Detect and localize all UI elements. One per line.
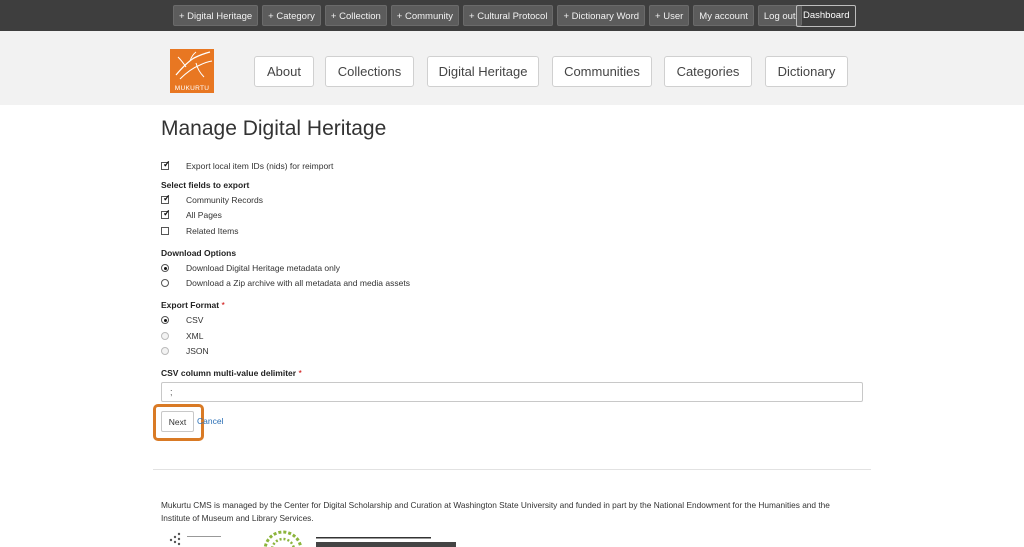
format-section-label: Export Format *: [161, 300, 225, 310]
checkmark-icon: ✓: [163, 208, 171, 218]
json-radio[interactable]: [161, 347, 169, 355]
logo-text: MUKURTU: [174, 85, 210, 92]
radio-dot-icon: [163, 266, 167, 270]
admin-toolbar: + Digital Heritage + Category + Collecti…: [0, 0, 1024, 31]
sponsor-logos: [161, 528, 481, 547]
download-section-label: Download Options: [161, 248, 237, 258]
footer-text: Mukurtu CMS is managed by the Center for…: [161, 500, 830, 523]
nav-digital-heritage[interactable]: Digital Heritage: [427, 56, 539, 87]
imls-logo-icon: [169, 532, 221, 546]
add-cultural-protocol-button[interactable]: + Cultural Protocol: [463, 5, 554, 26]
dashboard-button[interactable]: Dashboard: [796, 5, 857, 27]
add-user-button[interactable]: + User: [649, 5, 690, 26]
xml-label: XML: [186, 331, 204, 341]
nav-categories[interactable]: Categories: [664, 56, 752, 87]
add-dictionary-word-button[interactable]: + Dictionary Word: [557, 5, 646, 26]
next-button[interactable]: Next: [161, 411, 194, 432]
radio-dot-icon: [163, 318, 167, 322]
delimiter-label-text: CSV column multi-value delimiter: [161, 368, 297, 378]
export-ids-label: Export local item IDs (nids) for reimpor…: [186, 161, 334, 171]
add-category-button[interactable]: + Category: [262, 5, 321, 26]
nav-collections[interactable]: Collections: [325, 56, 414, 87]
metadata-only-label: Download Digital Heritage metadata only: [186, 263, 341, 273]
logo-branch-icon: [175, 51, 213, 80]
required-mark: *: [221, 300, 225, 310]
site-header: MUKURTU About Collections Digital Herita…: [0, 31, 1024, 105]
all-pages-label: All Pages: [186, 210, 222, 220]
cancel-link[interactable]: Cancel: [197, 416, 223, 426]
xml-radio[interactable]: [161, 332, 169, 340]
nav-dictionary[interactable]: Dictionary: [765, 56, 848, 87]
mukurtu-logo[interactable]: MUKURTU: [170, 49, 214, 93]
checkmark-icon: ✓: [163, 193, 171, 203]
delimiter-input[interactable]: [161, 382, 863, 402]
neh-logo-icon: [263, 530, 303, 547]
page-title: Manage Digital Heritage: [161, 117, 387, 140]
community-records-checkbox[interactable]: ✓: [161, 193, 171, 204]
zip-archive-label: Download a Zip archive with all metadata…: [186, 278, 410, 288]
my-account-button[interactable]: My account: [693, 5, 754, 26]
format-section-text: Export Format: [161, 300, 220, 310]
footer-divider: [153, 469, 871, 470]
add-community-button[interactable]: + Community: [390, 5, 460, 26]
related-items-checkbox[interactable]: [161, 227, 169, 235]
add-digital-heritage-button[interactable]: + Digital Heritage: [173, 5, 259, 26]
checkmark-icon: ✓: [163, 159, 171, 169]
all-pages-checkbox[interactable]: ✓: [161, 208, 171, 219]
neh-wordmark-icon: [316, 537, 456, 547]
fields-section-label: Select fields to export: [161, 180, 250, 190]
delimiter-label: CSV column multi-value delimiter *: [161, 368, 302, 378]
community-records-label: Community Records: [186, 195, 263, 205]
nav-communities[interactable]: Communities: [552, 56, 652, 87]
add-collection-button[interactable]: + Collection: [324, 5, 387, 26]
nav-about[interactable]: About: [254, 56, 314, 87]
metadata-only-radio[interactable]: [161, 264, 169, 272]
required-mark: *: [298, 368, 302, 378]
csv-label: CSV: [186, 315, 204, 325]
json-label: JSON: [186, 346, 209, 356]
related-items-label: Related Items: [186, 226, 239, 236]
zip-archive-radio[interactable]: [161, 279, 169, 287]
csv-radio[interactable]: [161, 316, 169, 324]
admin-toolbar-menu: + Digital Heritage + Category + Collecti…: [173, 5, 802, 26]
export-ids-checkbox[interactable]: ✓: [161, 159, 171, 170]
